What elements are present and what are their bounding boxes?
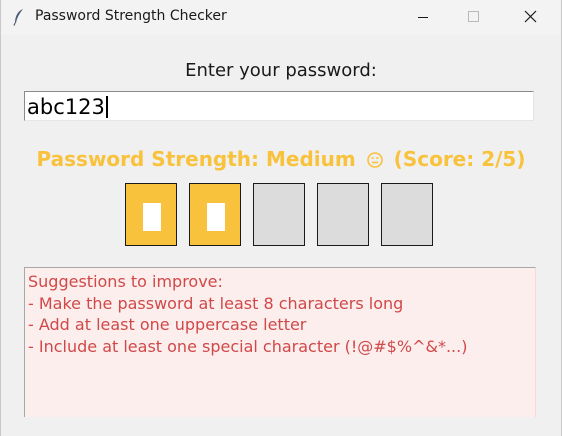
- minimize-icon: [418, 17, 428, 18]
- suggestions-box[interactable]: Suggestions to improve: - Make the passw…: [24, 267, 536, 417]
- meter-segment-empty: [381, 183, 433, 246]
- maximize-icon: [468, 11, 479, 22]
- text-cursor: [105, 96, 108, 118]
- strength-score: (Score: 2/5): [393, 147, 526, 171]
- password-value: abc123: [27, 95, 105, 119]
- meter-segment-highlight: [207, 203, 225, 231]
- meter-segment-empty: [317, 183, 369, 246]
- neutral-face-emoji-icon: [366, 152, 383, 168]
- password-prompt-label: Enter your password:: [185, 60, 377, 81]
- suggestion-item: - Add at least one uppercase letter: [28, 315, 307, 334]
- suggestions-heading: Suggestions to improve:: [28, 272, 223, 291]
- suggestion-item: - Make the password at least 8 character…: [28, 293, 404, 313]
- feather-icon: [13, 9, 23, 26]
- close-button[interactable]: [507, 0, 553, 35]
- suggestion-item: - Include at least one special character…: [28, 336, 468, 356]
- strength-label: Password Strength: Medium (Score: 2/5): [1, 147, 561, 171]
- strength-text: Password Strength: Medium: [36, 147, 356, 171]
- password-input[interactable]: abc123: [24, 91, 534, 121]
- app-window: Password Strength Checker Enter your pas…: [0, 0, 562, 436]
- window-title: Password Strength Checker: [35, 8, 227, 24]
- meter-segment-filled: [189, 183, 241, 246]
- maximize-button[interactable]: [449, 0, 495, 35]
- meter-segment-empty: [253, 183, 305, 246]
- meter-segment-filled: [125, 183, 177, 246]
- password-input-text: abc123: [27, 95, 108, 119]
- meter-segment-highlight: [143, 203, 161, 231]
- title-bar[interactable]: Password Strength Checker: [1, 0, 561, 35]
- close-icon: [524, 10, 537, 23]
- minimize-button[interactable]: [399, 0, 445, 35]
